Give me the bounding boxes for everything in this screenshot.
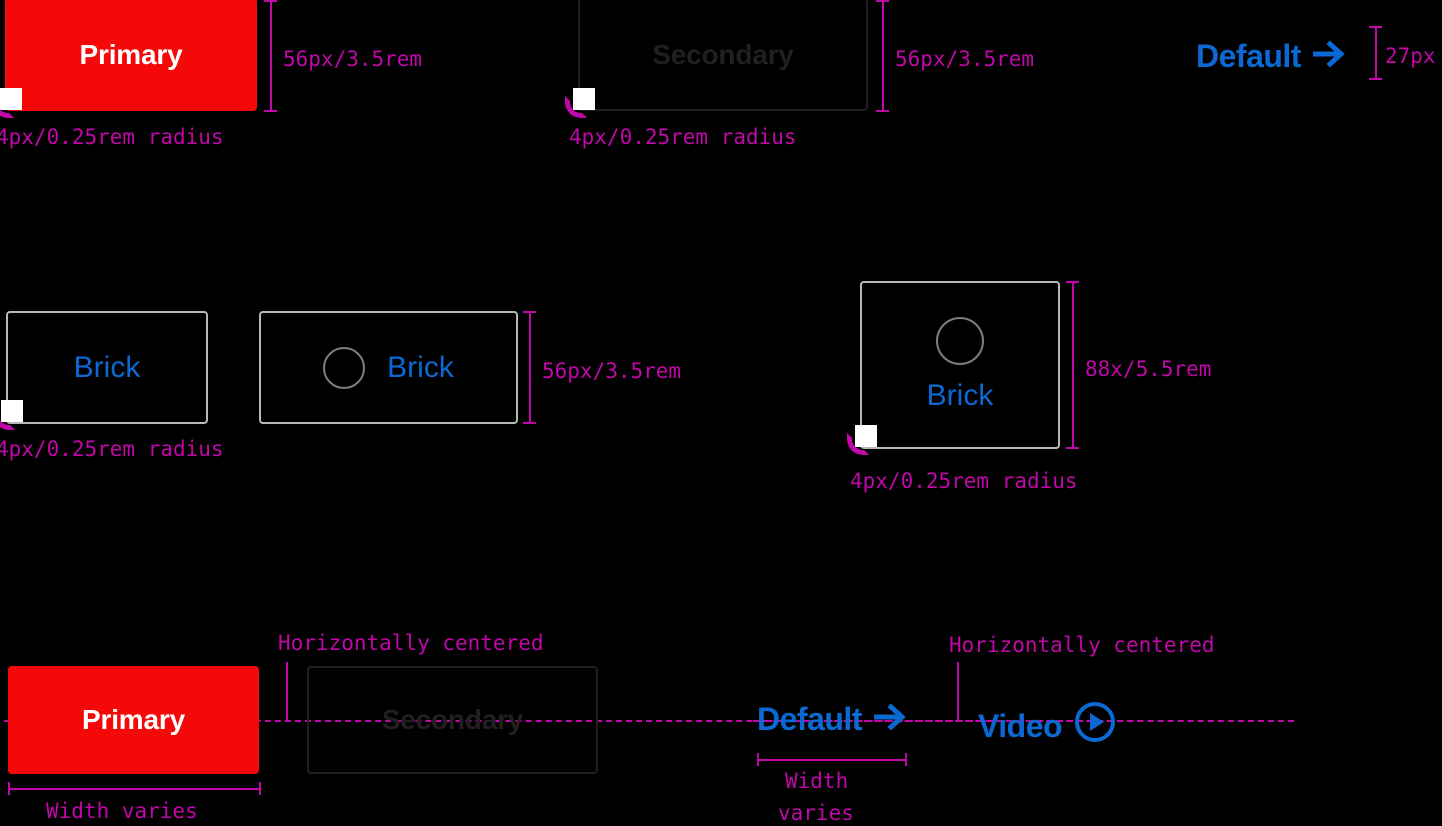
dimension-cap-bottom [1066,447,1079,449]
dimension-stem [529,311,531,424]
default-link-label: Default [1196,38,1301,74]
arrow-right-icon [1311,38,1345,75]
dimension-cap-bottom [264,110,277,112]
default-link-label: Default [757,701,862,737]
dimension-stem [757,759,907,761]
dimension-cap-right [905,753,907,766]
primary-button-top[interactable]: Primary [5,0,257,111]
secondary-radius-annotation: 4px/0.25rem radius [569,125,797,149]
design-spec-canvas: Primary 4px/0.25rem radius 56px/3.5rem S… [0,0,1442,826]
brick-plain-radius-annotation: 4px/0.25rem radius [0,437,224,461]
brick-tall-height-annotation: 88x/5.5rem [1085,357,1212,381]
primary-height-annotation: 56px/3.5rem [283,47,423,71]
primary-button-bottom[interactable]: Primary [8,666,259,774]
dimension-cap-right [259,782,261,795]
radius-callout-brick-plain [0,400,23,430]
default-link-bottom[interactable]: Default [757,701,906,738]
secondary-button-bottom[interactable]: Secondary [307,666,598,774]
brick-button-with-icon[interactable]: Brick [259,311,518,424]
arrow-right-icon [872,701,906,738]
radius-arc-icon [565,96,587,118]
play-circle-icon [1074,701,1116,751]
default-link-width-dimension-bar [757,753,907,766]
horizontally-centered-annotation-left: Horizontally centered [278,631,544,655]
horizontally-centered-annotation-right: Horizontally centered [949,633,1215,657]
default-link-height-annotation: 27px [1385,44,1436,68]
brick-tall-height-dimension-bar [1066,281,1079,449]
dimension-cap-bottom [1369,78,1382,80]
width-varies-annotation-right-line1: Width [785,769,849,793]
dimension-stem [1375,26,1377,80]
brick-button-label: Brick [73,350,141,384]
secondary-button-label: Secondary [652,38,794,70]
default-link-top[interactable]: Default [1196,38,1345,75]
brick-button-label: Brick [387,350,454,384]
secondary-height-annotation: 56px/3.5rem [895,47,1035,71]
circle-icon [323,346,366,389]
default-link-height-dimension-bar [1369,26,1382,80]
primary-button-label: Primary [79,38,183,70]
radius-arc-icon [0,96,14,118]
dimension-stem [8,788,261,790]
dimension-stem [1072,281,1074,449]
video-link-bottom[interactable]: Video [978,701,1116,751]
secondary-button-label: Secondary [381,704,524,735]
center-tick-right [957,662,959,720]
width-varies-annotation-right-line2: varies [778,801,854,825]
radius-callout-secondary-top [565,88,595,118]
dimension-stem [882,0,884,112]
dimension-cap-bottom [523,422,536,424]
video-link-label: Video [978,707,1063,744]
secondary-height-dimension-bar [876,0,889,112]
circle-icon [936,317,984,365]
primary-height-dimension-bar [264,0,277,112]
center-tick-left [286,662,288,720]
dimension-cap-bottom [876,110,889,112]
brick-tall-radius-annotation: 4px/0.25rem radius [850,469,1078,493]
radius-arc-icon [0,408,15,430]
width-varies-annotation-left: Width varies [46,799,198,823]
radius-callout-brick-tall [847,425,877,455]
secondary-button-top[interactable]: Secondary [578,0,868,111]
dimension-stem [270,0,272,112]
primary-button-label: Primary [82,704,185,735]
primary-width-dimension-bar [8,782,261,795]
brick-button-label: Brick [926,379,994,412]
brick-height-annotation: 56px/3.5rem [542,359,682,383]
radius-callout-primary-top [0,88,22,118]
brick-height-dimension-bar [523,311,536,424]
brick-button-tall[interactable]: Brick [860,281,1060,449]
brick-button-plain[interactable]: Brick [6,311,208,424]
primary-radius-annotation: 4px/0.25rem radius [0,125,224,149]
radius-arc-icon [847,433,869,455]
